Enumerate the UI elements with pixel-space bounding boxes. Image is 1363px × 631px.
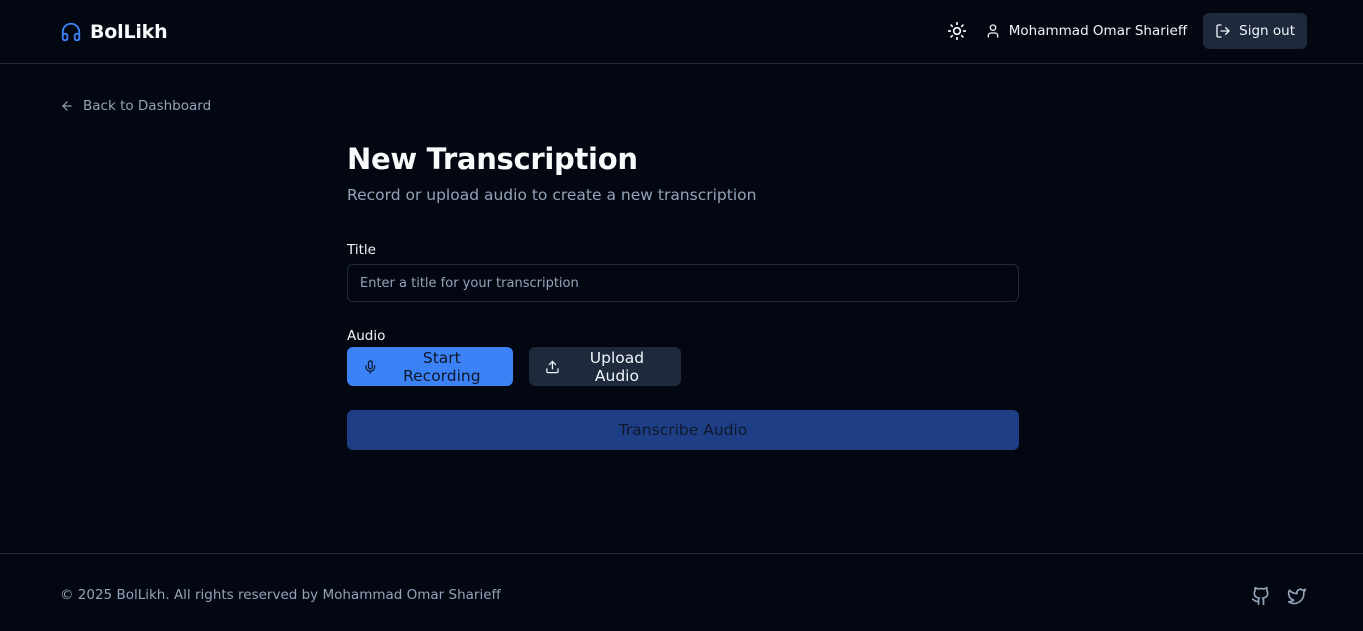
title-field-label: Title — [347, 242, 376, 258]
arrow-left-icon — [62, 101, 72, 111]
sun-icon — [947, 21, 966, 41]
page-title: New Transcription — [347, 142, 638, 176]
theme-toggle-button[interactable] — [939, 13, 975, 49]
sign-out-button[interactable]: Sign out — [1203, 13, 1307, 49]
user-name: Mohammad Omar Sharieff — [1008, 23, 1188, 39]
copyright-text: © 2025 BolLikh. All rights reserved by M… — [60, 587, 501, 603]
app-header: BolLikh Mohammad Omar Sharieff Sign out — [0, 0, 1363, 64]
new-transcription-form: New Transcription Record or upload audio… — [347, 140, 1019, 450]
twitter-icon[interactable] — [1287, 586, 1307, 606]
audio-field-label: Audio — [347, 328, 386, 344]
transcribe-audio-button[interactable]: Transcribe Audio — [347, 410, 1019, 450]
upload-audio-label: Upload Audio — [589, 348, 645, 385]
back-to-dashboard-label: Back to Dashboard — [83, 98, 212, 114]
github-icon[interactable] — [1251, 586, 1271, 606]
page-subtitle: Record or upload audio to create a new t… — [347, 186, 757, 204]
header-actions: Mohammad Omar Sharieff Sign out — [939, 13, 1307, 49]
headphones-icon — [61, 22, 81, 42]
start-recording-button[interactable]: Start Recording — [347, 347, 513, 386]
microphone-icon — [365, 359, 376, 374]
user-info: Mohammad Omar Sharieff — [985, 23, 1187, 39]
start-recording-label: Start Recording — [403, 348, 481, 385]
social-links — [1251, 586, 1307, 606]
audio-actions: Start Recording Upload Audio — [347, 347, 681, 386]
user-icon — [987, 24, 999, 38]
app-logo[interactable]: BolLikh — [60, 20, 168, 44]
upload-icon — [546, 360, 559, 373]
log-out-icon — [1216, 24, 1230, 38]
app-footer: © 2025 BolLikh. All rights reserved by M… — [0, 553, 1363, 631]
app-name: BolLikh — [90, 21, 168, 43]
title-input[interactable] — [347, 264, 1019, 302]
back-to-dashboard-link[interactable]: Back to Dashboard — [60, 96, 211, 116]
sign-out-label: Sign out — [1239, 23, 1295, 39]
upload-audio-button[interactable]: Upload Audio — [529, 347, 681, 386]
